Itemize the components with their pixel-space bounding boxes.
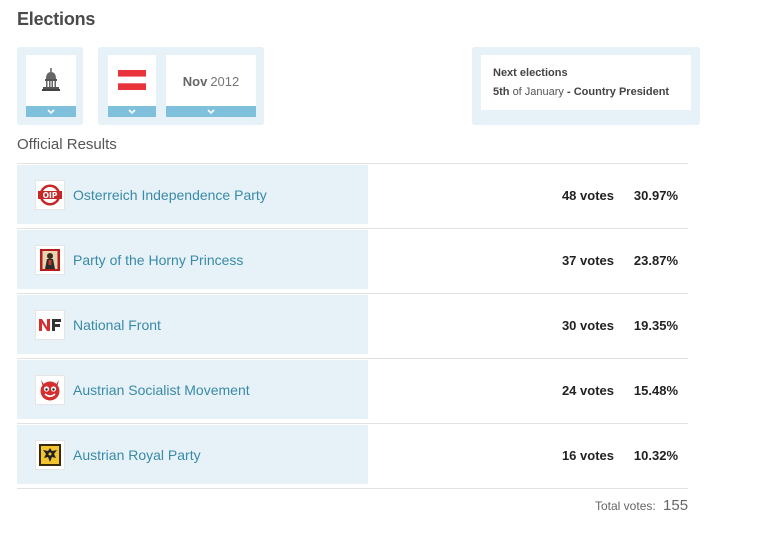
vote-percent: 19.35% — [633, 318, 678, 333]
next-elections-date-suffix: of January — [512, 86, 564, 98]
country-selector[interactable] — [108, 55, 156, 107]
svg-text:OIP: OIP — [43, 191, 58, 200]
next-elections-box — [481, 55, 691, 110]
next-elections-title: Next elections — [493, 67, 568, 79]
capitol-building-icon — [42, 68, 60, 97]
region-selector[interactable] — [26, 55, 76, 107]
party-cell: Austrian Socialist Movement — [17, 360, 368, 419]
region-dropdown-button[interactable] — [26, 106, 76, 117]
chevron-down-icon — [207, 109, 215, 114]
next-elections-type: Country President — [573, 86, 670, 98]
nf-logo-icon — [35, 310, 65, 340]
eagle-crest-icon — [35, 440, 65, 470]
vote-percent: 23.87% — [633, 253, 678, 268]
result-row: OIP Osterreich Independence Party 48 vot… — [17, 163, 688, 228]
date-dropdown-button[interactable] — [166, 106, 256, 117]
result-row: National Front 30 votes 19.35% — [17, 293, 688, 358]
party-link[interactable]: Party of the Horny Princess — [73, 252, 243, 268]
result-row: Austrian Socialist Movement 24 votes 15.… — [17, 358, 688, 423]
party-link[interactable]: National Front — [73, 317, 161, 333]
results-list: OIP Osterreich Independence Party 48 vot… — [17, 163, 688, 489]
vote-percent: 30.97% — [633, 188, 678, 203]
result-row: Austrian Royal Party 16 votes 10.32% — [17, 423, 688, 489]
votes-count: 16 votes — [561, 448, 614, 463]
total-votes-label: Total votes: — [595, 499, 656, 513]
votes-count: 30 votes — [561, 318, 614, 333]
date-year: 2012 — [210, 73, 240, 89]
next-elections-date: 5th — [493, 86, 510, 98]
party-cell: National Front — [17, 295, 368, 354]
next-elections-separator: - — [567, 86, 571, 98]
total-votes: Total votes: 155 — [595, 497, 688, 514]
country-dropdown-button[interactable] — [108, 106, 156, 117]
oip-logo-icon: OIP — [35, 180, 65, 210]
result-row: Party of the Horny Princess 37 votes 23.… — [17, 228, 688, 293]
party-link[interactable]: Austrian Royal Party — [73, 447, 201, 463]
votes-count: 37 votes — [561, 253, 614, 268]
vote-percent: 15.48% — [633, 383, 678, 398]
party-link[interactable]: Austrian Socialist Movement — [73, 382, 250, 398]
austria-flag-icon — [118, 70, 146, 95]
vote-percent: 10.32% — [633, 448, 678, 463]
date-month: Nov — [182, 73, 208, 89]
votes-count: 24 votes — [561, 383, 614, 398]
section-title: Official Results — [17, 136, 117, 153]
date-selector-label: Nov 2012 — [166, 55, 256, 107]
votes-count: 48 votes — [561, 188, 614, 203]
chevron-down-icon — [47, 109, 55, 114]
devil-logo-icon — [35, 375, 65, 405]
next-elections-info: 5th of January - Country President — [493, 86, 669, 98]
party-cell: Party of the Horny Princess — [17, 230, 368, 289]
chevron-down-icon — [128, 109, 136, 114]
party-link[interactable]: Osterreich Independence Party — [73, 187, 267, 203]
princess-logo-icon — [35, 245, 65, 275]
total-votes-value: 155 — [663, 497, 689, 514]
party-cell: Austrian Royal Party — [17, 425, 368, 484]
party-cell: OIP Osterreich Independence Party — [17, 165, 368, 224]
page-title: Elections — [17, 9, 96, 29]
